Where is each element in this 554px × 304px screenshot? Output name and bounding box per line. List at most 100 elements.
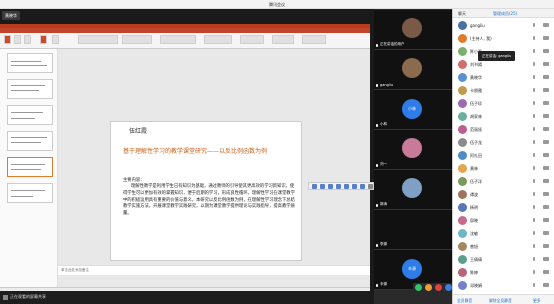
avatar: [458, 99, 467, 108]
participant-row[interactable]: 黄晓华: [453, 71, 554, 84]
camera-icon[interactable]: [543, 127, 549, 131]
camera-icon[interactable]: [543, 153, 549, 157]
participant-name: 谭波: [470, 192, 478, 197]
unmute-all-button[interactable]: 解除全员静音: [489, 298, 512, 304]
mic-icon[interactable]: [533, 231, 535, 235]
participant-row[interactable]: 阿扎田: [453, 149, 554, 162]
participant-name: 王倩倩: [470, 257, 482, 262]
slide-thumbnails: [0, 49, 58, 287]
camera-icon[interactable]: [543, 101, 549, 105]
participant-row[interactable]: gangliu: [453, 19, 554, 32]
avatar: 小林: [402, 99, 422, 119]
mic-icon[interactable]: [533, 23, 535, 27]
camera-icon[interactable]: [543, 205, 549, 209]
camera-icon[interactable]: [543, 192, 549, 196]
mic-icon[interactable]: [533, 101, 535, 105]
participant-row[interactable]: 黄林: [453, 162, 554, 175]
screen-icon: [3, 295, 8, 300]
mic-icon: [376, 204, 378, 207]
mic-icon: [376, 44, 378, 47]
mic-icon[interactable]: [533, 140, 535, 144]
camera-icon[interactable]: [543, 231, 549, 235]
camera-icon[interactable]: [543, 283, 549, 287]
video-tile[interactable]: gangliu: [374, 50, 452, 90]
camera-icon[interactable]: [543, 36, 549, 40]
participant-row[interactable]: 陈婷: [453, 266, 554, 279]
camera-icon[interactable]: [543, 140, 549, 144]
participant-row[interactable]: 邓晓娟: [453, 279, 554, 292]
participant-row[interactable]: 王倩倩: [453, 253, 554, 266]
mute-all-button[interactable]: 全员静音: [457, 298, 472, 304]
participant-row[interactable]: 伍子龙: [453, 136, 554, 149]
arrange-group: [272, 35, 294, 44]
camera-icon[interactable]: [543, 62, 549, 66]
mic-icon[interactable]: [533, 75, 535, 79]
participant-row[interactable]: 卡朋雅: [453, 84, 554, 97]
mic-icon[interactable]: [533, 49, 535, 53]
ppt-ribbon: [0, 33, 370, 49]
avatar: [402, 178, 422, 198]
mic-icon[interactable]: [533, 62, 535, 66]
participant-name: 邓晓娟: [470, 283, 482, 288]
mic-icon[interactable]: [533, 166, 535, 170]
mic-icon[interactable]: [533, 88, 535, 92]
participant-name: 曾旭: [470, 244, 478, 249]
participant-row[interactable]: 杨明: [453, 201, 554, 214]
participant-row[interactable]: (主持人, 我): [453, 32, 554, 45]
camera-icon[interactable]: [543, 218, 549, 222]
participant-row[interactable]: 胡家林: [453, 110, 554, 123]
mic-icon[interactable]: [533, 114, 535, 118]
mic-icon[interactable]: [533, 283, 535, 287]
font-box: [78, 35, 118, 44]
video-tile[interactable]: 正在讲话的用户: [374, 10, 452, 50]
camera-icon[interactable]: [543, 257, 549, 261]
tab-members[interactable]: 管理成员(25): [493, 11, 517, 17]
shape-icon: [344, 184, 349, 189]
participant-name: (主持人, 我): [470, 36, 492, 41]
participant-row[interactable]: 范丽娅: [453, 123, 554, 136]
participant-row[interactable]: 伍子珍: [453, 97, 554, 110]
mic-icon[interactable]: [533, 270, 535, 274]
avatar: [402, 58, 422, 78]
participant-row[interactable]: 邱晓: [453, 214, 554, 227]
mic-icon[interactable]: [533, 153, 535, 157]
camera-icon[interactable]: [543, 244, 549, 248]
mic-icon[interactable]: [533, 244, 535, 248]
mic-icon[interactable]: [533, 205, 535, 209]
camera-icon[interactable]: [543, 166, 549, 170]
title-bar: 腾讯会议: [0, 0, 554, 9]
participant-row[interactable]: 沈敏: [453, 227, 554, 240]
video-tile[interactable]: 小林 小林: [374, 90, 452, 130]
cut-icon: [14, 35, 21, 44]
slide-thumb: [7, 53, 53, 73]
tab-chat[interactable]: 聊天: [458, 11, 466, 17]
mic-icon[interactable]: [533, 36, 535, 40]
video-column: 正在讲话的用户 gangliu 小林 小林 刘一 郭涛 李源 辛源 辛源: [374, 9, 452, 304]
camera-icon[interactable]: [543, 23, 549, 27]
video-tile[interactable]: 李源: [374, 210, 452, 250]
more-button[interactable]: 更多: [533, 298, 541, 304]
camera-icon[interactable]: [543, 88, 549, 92]
eraser-icon: [328, 184, 333, 189]
video-tile[interactable]: 刘一: [374, 130, 452, 170]
avatar: [402, 138, 422, 158]
mic-icon[interactable]: [533, 218, 535, 222]
camera-icon[interactable]: [543, 49, 549, 53]
mic-icon[interactable]: [533, 192, 535, 196]
camera-icon[interactable]: [543, 114, 549, 118]
video-tile[interactable]: 郭涛: [374, 170, 452, 210]
mic-icon[interactable]: [533, 179, 535, 183]
mic-icon[interactable]: [533, 127, 535, 131]
camera-icon[interactable]: [543, 179, 549, 183]
sharer-tag: 黄晓华: [2, 11, 20, 20]
avatar: [458, 268, 467, 277]
mic-icon: [376, 284, 378, 287]
participant-row[interactable]: 伍子洋: [453, 175, 554, 188]
participant-row[interactable]: 谭波: [453, 188, 554, 201]
avatar: [458, 203, 467, 212]
shape-group: [240, 35, 264, 44]
mic-icon[interactable]: [533, 257, 535, 261]
camera-icon[interactable]: [543, 75, 549, 79]
participant-row[interactable]: 曾旭: [453, 240, 554, 253]
camera-icon[interactable]: [543, 270, 549, 274]
